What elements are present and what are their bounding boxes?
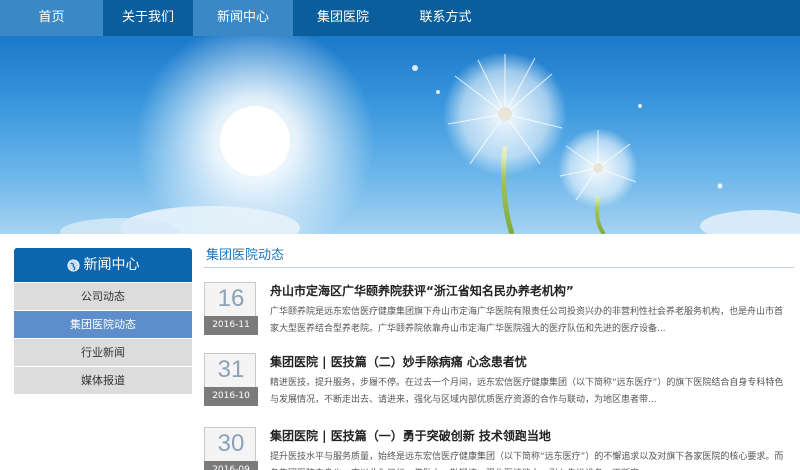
news-summary: 广华颐养院是远东宏信医疗健康集团旗下舟山市定海广华医院有限责任公司投资兴办的非营… [270,307,784,334]
top-nav: 首页 关于我们 新闻中心 集团医院 联系方式 [0,0,800,36]
banner-image [0,36,800,234]
sidebar-item-company-news[interactable]: 公司动态 [14,282,192,310]
news-summary: 提升医技水平与服务质量，始终是远东宏信医疗健康集团（以下简称“远东医疗”）的不懈… [270,452,784,470]
news-title-link[interactable]: 集团医院 | 医技篇（一）勇于突破创新 技术领跑当地 [270,427,551,444]
date-year-month: 2016-11 [204,316,258,335]
news-item: 31 2016-10 集团医院 | 医技篇（二）妙手除病痛 心念患者忧 精进医技… [204,353,794,419]
news-item: 16 2016-11 舟山市定海区广华颐养院获评“浙江省知名民办养老机构” 广华… [204,282,794,348]
news-title-link[interactable]: 舟山市定海区广华颐养院获评“浙江省知名民办养老机构” [270,282,574,299]
section-title: 集团医院动态 [204,246,794,268]
news-summary: 精进医技，提升服务，步履不停。在过去一个月间，远东宏信医疗健康集团（以下简称“远… [270,378,784,405]
nav-item-hospitals[interactable]: 集团医院 [293,0,393,36]
main-content: 集团医院动态 16 2016-11 舟山市定海区广华颐养院获评“浙江省知名民办养… [204,246,794,470]
date-year-month: 2016-09 [204,461,258,470]
date-badge: 31 2016-10 [204,353,258,406]
nav-item-news[interactable]: 新闻中心 [193,0,293,36]
date-day: 16 [217,285,245,312]
sidebar-item-industry-news[interactable]: 行业新闻 [14,338,192,366]
sidebar: 新闻中心 公司动态 集团医院动态 行业新闻 媒体报道 [14,248,192,394]
globe-icon [66,258,80,272]
date-day: 31 [217,356,245,383]
date-badge: 16 2016-11 [204,282,258,335]
date-day: 30 [217,430,245,457]
sidebar-header: 新闻中心 [14,248,192,282]
sidebar-item-media-reports[interactable]: 媒体报道 [14,366,192,394]
sidebar-title: 新闻中心 [83,257,140,273]
dandelion-illustration [60,36,800,234]
nav-item-home[interactable]: 首页 [0,0,103,36]
news-item: 30 2016-09 集团医院 | 医技篇（一）勇于突破创新 技术领跑当地 提升… [204,427,794,470]
date-year-month: 2016-10 [204,387,258,406]
news-title-link[interactable]: 集团医院 | 医技篇（二）妙手除病痛 心念患者忧 [270,353,527,370]
nav-item-contact[interactable]: 联系方式 [393,0,498,36]
sidebar-item-hospital-news[interactable]: 集团医院动态 [14,310,192,338]
nav-item-about[interactable]: 关于我们 [103,0,193,36]
date-badge: 30 2016-09 [204,427,258,470]
